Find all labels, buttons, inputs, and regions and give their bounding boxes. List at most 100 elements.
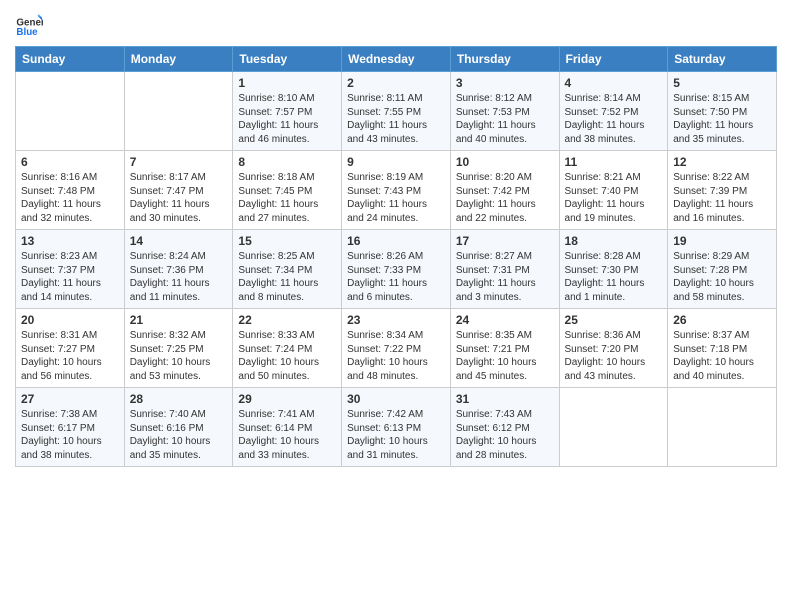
calendar-cell: 28 Sunrise: 7:40 AM Sunset: 6:16 PM Dayli… — [124, 388, 233, 467]
day-info: Sunrise: 8:19 AM Sunset: 7:43 PM Dayligh… — [347, 171, 445, 225]
day-number: 10 — [456, 155, 554, 169]
calendar-cell: 23Sunrise: 8:34 AM Sunset: 7:22 PM Dayli… — [342, 309, 451, 388]
calendar-cell: 30 Sunrise: 7:42 AM Sunset: 6:13 PM Dayli… — [342, 388, 451, 467]
day-info: Sunrise: 8:26 AM Sunset: 7:33 PM Dayligh… — [347, 250, 445, 304]
calendar-cell: 25 Sunrise: 8:36 AM Sunset: 7:20 PM Dayli… — [559, 309, 668, 388]
calendar-cell: 10 Sunrise: 8:20 AM Sunset: 7:42 PM Dayli… — [450, 151, 559, 230]
calendar-cell: 2 Sunrise: 8:11 AM Sunset: 7:55 PM Daylig… — [342, 72, 451, 151]
day-info: Sunrise: 8:24 AM Sunset: 7:36 PM Dayligh… — [130, 250, 228, 304]
day-number: 18 — [565, 234, 663, 248]
day-header-sunday: Sunday — [16, 47, 125, 72]
calendar-cell: 21 Sunrise: 8:32 AM Sunset: 7:25 PM Dayli… — [124, 309, 233, 388]
day-info: Sunrise: 8:14 AM Sunset: 7:52 PM Dayligh… — [565, 92, 663, 146]
day-info: Sunrise: 8:31 AM Sunset: 7:27 PM Dayligh… — [21, 329, 119, 383]
day-number: 26 — [673, 313, 771, 327]
day-number: 24 — [456, 313, 554, 327]
calendar-cell: 11Sunrise: 8:21 AM Sunset: 7:40 PM Dayli… — [559, 151, 668, 230]
day-info: Sunrise: 8:15 AM Sunset: 7:50 PM Dayligh… — [673, 92, 771, 146]
calendar-cell: 16 Sunrise: 8:26 AM Sunset: 7:33 PM Dayli… — [342, 230, 451, 309]
day-number: 30 — [347, 392, 445, 406]
day-info: Sunrise: 8:23 AM Sunset: 7:37 PM Dayligh… — [21, 250, 119, 304]
day-number: 5 — [673, 76, 771, 90]
day-number: 1 — [238, 76, 336, 90]
calendar-cell: 5 Sunrise: 8:15 AM Sunset: 7:50 PM Daylig… — [668, 72, 777, 151]
calendar-cell: 4 Sunrise: 8:14 AM Sunset: 7:52 PM Daylig… — [559, 72, 668, 151]
day-number: 28 — [130, 392, 228, 406]
day-info: Sunrise: 7:42 AM Sunset: 6:13 PM Dayligh… — [347, 408, 445, 462]
day-number: 11 — [565, 155, 663, 169]
day-number: 9 — [347, 155, 445, 169]
calendar-cell: 12 Sunrise: 8:22 AM Sunset: 7:39 PM Dayli… — [668, 151, 777, 230]
day-number: 3 — [456, 76, 554, 90]
calendar-cell: 1 Sunrise: 8:10 AM Sunset: 7:57 PM Daylig… — [233, 72, 342, 151]
calendar-cell: 13 Sunrise: 8:23 AM Sunset: 7:37 PM Dayli… — [16, 230, 125, 309]
calendar-cell: 7 Sunrise: 8:17 AM Sunset: 7:47 PM Daylig… — [124, 151, 233, 230]
day-number: 4 — [565, 76, 663, 90]
day-header-friday: Friday — [559, 47, 668, 72]
calendar-cell: 29 Sunrise: 7:41 AM Sunset: 6:14 PM Dayli… — [233, 388, 342, 467]
day-number: 23 — [347, 313, 445, 327]
day-number: 25 — [565, 313, 663, 327]
day-header-wednesday: Wednesday — [342, 47, 451, 72]
day-number: 22 — [238, 313, 336, 327]
calendar-cell: 31Sunrise: 7:43 AM Sunset: 6:12 PM Dayli… — [450, 388, 559, 467]
day-number: 19 — [673, 234, 771, 248]
day-number: 29 — [238, 392, 336, 406]
day-number: 15 — [238, 234, 336, 248]
week-row-2: 13 Sunrise: 8:23 AM Sunset: 7:37 PM Dayli… — [16, 230, 777, 309]
day-info: Sunrise: 8:20 AM Sunset: 7:42 PM Dayligh… — [456, 171, 554, 225]
day-number: 2 — [347, 76, 445, 90]
day-info: Sunrise: 8:11 AM Sunset: 7:55 PM Dayligh… — [347, 92, 445, 146]
week-row-3: 20 Sunrise: 8:31 AM Sunset: 7:27 PM Dayli… — [16, 309, 777, 388]
day-info: Sunrise: 8:32 AM Sunset: 7:25 PM Dayligh… — [130, 329, 228, 383]
day-number: 6 — [21, 155, 119, 169]
calendar-cell: 8Sunrise: 8:18 AM Sunset: 7:45 PM Daylig… — [233, 151, 342, 230]
day-header-tuesday: Tuesday — [233, 47, 342, 72]
day-info: Sunrise: 8:25 AM Sunset: 7:34 PM Dayligh… — [238, 250, 336, 304]
day-header-monday: Monday — [124, 47, 233, 72]
day-number: 20 — [21, 313, 119, 327]
calendar-cell — [124, 72, 233, 151]
calendar-cell: 15 Sunrise: 8:25 AM Sunset: 7:34 PM Dayli… — [233, 230, 342, 309]
day-info: Sunrise: 8:33 AM Sunset: 7:24 PM Dayligh… — [238, 329, 336, 383]
week-row-1: 6 Sunrise: 8:16 AM Sunset: 7:48 PM Daylig… — [16, 151, 777, 230]
calendar-cell: 18Sunrise: 8:28 AM Sunset: 7:30 PM Dayli… — [559, 230, 668, 309]
calendar-cell: 9 Sunrise: 8:19 AM Sunset: 7:43 PM Daylig… — [342, 151, 451, 230]
day-info: Sunrise: 8:29 AM Sunset: 7:28 PM Dayligh… — [673, 250, 771, 304]
day-info: Sunrise: 8:27 AM Sunset: 7:31 PM Dayligh… — [456, 250, 554, 304]
day-number: 12 — [673, 155, 771, 169]
calendar-table: SundayMondayTuesdayWednesdayThursdayFrid… — [15, 46, 777, 467]
day-number: 14 — [130, 234, 228, 248]
day-info: Sunrise: 8:16 AM Sunset: 7:48 PM Dayligh… — [21, 171, 119, 225]
day-info: Sunrise: 8:35 AM Sunset: 7:21 PM Dayligh… — [456, 329, 554, 383]
svg-text:Blue: Blue — [16, 27, 38, 38]
day-info: Sunrise: 7:41 AM Sunset: 6:14 PM Dayligh… — [238, 408, 336, 462]
calendar-cell: 24 Sunrise: 8:35 AM Sunset: 7:21 PM Dayli… — [450, 309, 559, 388]
day-number: 13 — [21, 234, 119, 248]
calendar-cell: 27Sunrise: 7:38 AM Sunset: 6:17 PM Dayli… — [16, 388, 125, 467]
day-info: Sunrise: 8:10 AM Sunset: 7:57 PM Dayligh… — [238, 92, 336, 146]
calendar-page: General Blue SundayMondayTuesdayWednesda… — [0, 0, 792, 612]
calendar-cell: 26 Sunrise: 8:37 AM Sunset: 7:18 PM Dayli… — [668, 309, 777, 388]
calendar-cell — [668, 388, 777, 467]
day-info: Sunrise: 8:36 AM Sunset: 7:20 PM Dayligh… — [565, 329, 663, 383]
day-number: 7 — [130, 155, 228, 169]
day-number: 17 — [456, 234, 554, 248]
logo: General Blue — [15, 10, 47, 38]
calendar-cell: 6 Sunrise: 8:16 AM Sunset: 7:48 PM Daylig… — [16, 151, 125, 230]
day-header-saturday: Saturday — [668, 47, 777, 72]
calendar-cell: 17 Sunrise: 8:27 AM Sunset: 7:31 PM Dayli… — [450, 230, 559, 309]
day-number: 31 — [456, 392, 554, 406]
header: General Blue — [15, 10, 777, 38]
day-info: Sunrise: 7:40 AM Sunset: 6:16 PM Dayligh… — [130, 408, 228, 462]
day-info: Sunrise: 8:37 AM Sunset: 7:18 PM Dayligh… — [673, 329, 771, 383]
day-info: Sunrise: 8:17 AM Sunset: 7:47 PM Dayligh… — [130, 171, 228, 225]
day-info: Sunrise: 8:22 AM Sunset: 7:39 PM Dayligh… — [673, 171, 771, 225]
calendar-cell: 20 Sunrise: 8:31 AM Sunset: 7:27 PM Dayli… — [16, 309, 125, 388]
calendar-cell: 14 Sunrise: 8:24 AM Sunset: 7:36 PM Dayli… — [124, 230, 233, 309]
day-number: 21 — [130, 313, 228, 327]
calendar-cell: 22 Sunrise: 8:33 AM Sunset: 7:24 PM Dayli… — [233, 309, 342, 388]
day-info: Sunrise: 8:12 AM Sunset: 7:53 PM Dayligh… — [456, 92, 554, 146]
day-number: 16 — [347, 234, 445, 248]
day-header-thursday: Thursday — [450, 47, 559, 72]
